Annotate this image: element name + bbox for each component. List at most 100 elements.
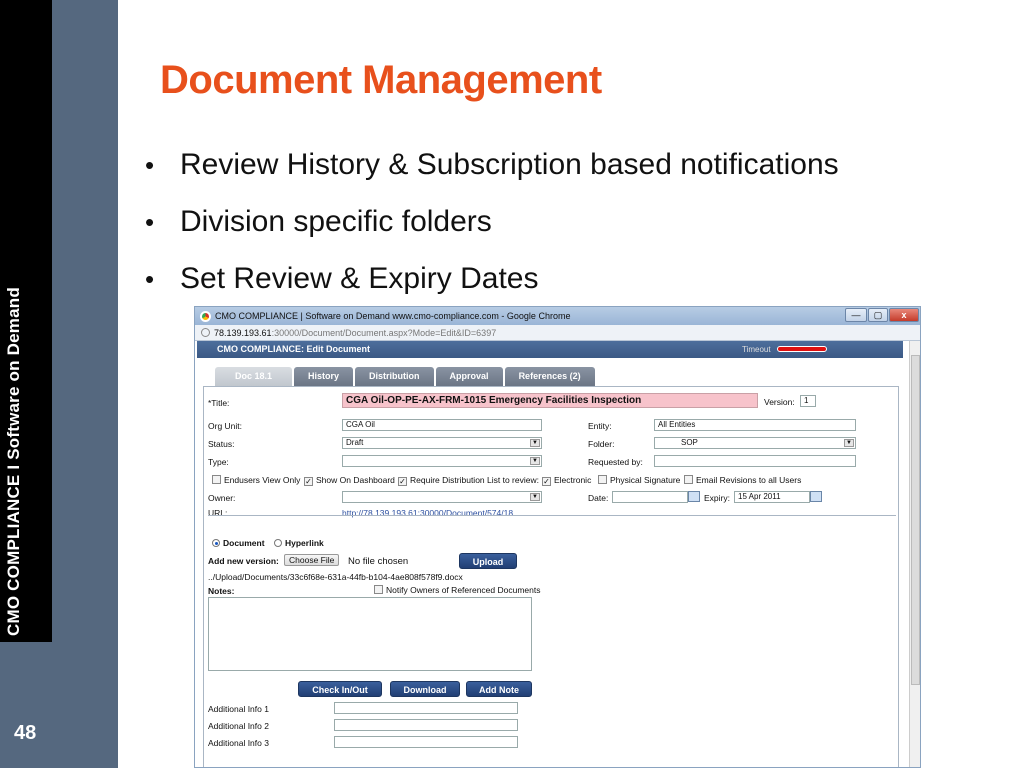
folder-value: SOP [681, 438, 698, 447]
add-version-label: Add new version: [208, 556, 279, 566]
checkbox-icon [212, 475, 221, 484]
email-revisions-checkbox[interactable]: Email Revisions to all Users [684, 475, 801, 485]
expiry-label: Expiry: [704, 493, 730, 503]
slide: CMO COMPLIANCE I Software on Demand 48 D… [0, 0, 1024, 768]
checkmark-icon: ✓ [398, 477, 407, 486]
additional-info-3-label: Additional Info 3 [208, 738, 269, 748]
notes-label: Notes: [208, 586, 235, 596]
bullet-dot-icon: • [145, 150, 155, 180]
add-note-button[interactable]: Add Note [466, 681, 532, 697]
chevron-down-icon: ▼ [530, 439, 540, 447]
choose-file-button[interactable]: Choose File [284, 554, 340, 566]
additional-info-2-input[interactable] [334, 719, 518, 731]
endusers-view-only-checkbox[interactable]: Endusers View Only [212, 475, 300, 485]
show-on-dashboard-checkbox[interactable]: ✓ Show On Dashboard [304, 475, 395, 486]
folder-label: Folder: [588, 439, 615, 449]
bullet-dot-icon: • [145, 207, 155, 237]
browser-titlebar: CMO COMPLIANCE | Software on Demand www.… [195, 307, 920, 325]
vertical-scrollbar[interactable] [909, 341, 920, 767]
address-bar[interactable]: 78.139.193.61:30000/Document/Document.as… [195, 325, 920, 341]
app-header-title: CMO COMPLIANCE: Edit Document [217, 344, 370, 354]
status-select[interactable]: Draft ▼ [342, 437, 542, 449]
additional-info-1-input[interactable] [334, 702, 518, 714]
owner-label: Owner: [208, 493, 236, 503]
date-label: Date: [588, 493, 609, 503]
calendar-icon[interactable] [688, 491, 700, 502]
download-button[interactable]: Download [390, 681, 460, 697]
maximize-button[interactable]: ▢ [868, 308, 888, 322]
browser-window: CMO COMPLIANCE | Software on Demand www.… [194, 306, 921, 768]
checkbox-label: Show On Dashboard [316, 475, 395, 485]
chevron-down-icon: ▼ [530, 493, 540, 501]
checkbox-icon [598, 475, 607, 484]
checkbox-label: Email Revisions to all Users [696, 475, 802, 485]
org-unit-input[interactable]: CGA Oil [342, 419, 542, 431]
checkmark-icon: ✓ [304, 477, 313, 486]
expiry-input[interactable]: 15 Apr 2011 [734, 491, 810, 503]
title-input[interactable]: CGA Oil-OP-PE-AX-FRM-1015 Emergency Faci… [342, 393, 758, 408]
edit-document-form: *Title: CGA Oil-OP-PE-AX-FRM-1015 Emerge… [203, 386, 899, 767]
sidebar-blue-footer [0, 642, 118, 768]
type-select[interactable]: ▼ [342, 455, 542, 467]
check-in-out-button[interactable]: Check In/Out [298, 681, 382, 697]
document-url-link[interactable]: http://78.139.193.61:30000/Document/574/… [342, 508, 513, 518]
window-title: CMO COMPLIANCE | Software on Demand www.… [215, 311, 571, 321]
tab-doc[interactable]: Doc 18.1 [215, 367, 293, 386]
checkbox-icon [374, 585, 383, 594]
additional-info-3-input[interactable] [334, 736, 518, 748]
scrollbar-thumb[interactable] [911, 355, 920, 685]
radio-icon [274, 539, 282, 547]
folder-select[interactable]: SOP ▼ [654, 437, 856, 449]
close-button[interactable]: x [889, 308, 919, 322]
status-label: Status: [208, 439, 235, 449]
tab-references[interactable]: References (2) [504, 367, 595, 386]
bullet-item: • Review History & Subscription based not… [145, 145, 839, 202]
app-header: CMO COMPLIANCE: Edit Document Timeout [197, 341, 903, 358]
radio-label: Document [223, 538, 265, 548]
url-label: URL: [208, 508, 228, 518]
minimize-button[interactable]: — [845, 308, 867, 322]
requested-by-label: Requested by: [588, 457, 643, 467]
file-path-text: ../Upload/Documents/33c6f68e-631a-44fb-b… [208, 572, 463, 582]
title-label: *Title: [208, 398, 230, 408]
chevron-down-icon: ▼ [530, 457, 540, 465]
checkbox-label: Notify Owners of Referenced Documents [386, 585, 541, 595]
status-value: Draft [346, 438, 364, 447]
version-input[interactable]: 1 [800, 395, 816, 407]
bullet-text: Set Review & Expiry Dates [180, 262, 539, 295]
url-host: 78.139.193.61 [214, 327, 272, 338]
tab-history[interactable]: History [294, 367, 354, 386]
tab-distribution[interactable]: Distribution [355, 367, 434, 386]
version-label: Version: [764, 397, 795, 407]
entity-label: Entity: [588, 421, 612, 431]
tab-bar: Doc 18.1 History Distribution Approval R… [215, 367, 597, 386]
hyperlink-radio[interactable]: Hyperlink [274, 538, 324, 548]
checkbox-label: Endusers View Only [224, 475, 301, 485]
checkbox-label: Electronic [554, 475, 592, 485]
timeout-bar [777, 346, 827, 352]
bullet-item: • Division specific folders [145, 202, 839, 259]
physical-signature-checkbox[interactable]: Physical Signature [598, 475, 680, 485]
calendar-icon[interactable] [810, 491, 822, 502]
page-icon [201, 328, 210, 337]
entity-input[interactable]: All Entities [654, 419, 856, 431]
notify-owners-checkbox[interactable]: Notify Owners of Referenced Documents [374, 585, 540, 595]
notes-textarea[interactable] [208, 597, 532, 671]
chevron-down-icon: ▼ [844, 439, 854, 447]
additional-info-1-label: Additional Info 1 [208, 704, 269, 714]
checkmark-icon: ✓ [542, 477, 551, 486]
tab-approval[interactable]: Approval [435, 367, 503, 386]
app-content: CMO COMPLIANCE: Edit Document Timeout Do… [195, 341, 920, 767]
checkbox-label: Require Distribution List to review: [410, 475, 539, 485]
type-label: Type: [208, 457, 229, 467]
electronic-checkbox[interactable]: ✓ Electronic [542, 475, 591, 486]
bullet-dot-icon: • [145, 264, 155, 294]
date-input[interactable] [612, 491, 688, 503]
upload-button[interactable]: Upload [459, 553, 517, 569]
timeout-label: Timeout [742, 345, 771, 354]
checkbox-label: Physical Signature [610, 475, 681, 485]
requested-by-input[interactable] [654, 455, 856, 467]
require-distribution-checkbox[interactable]: ✓ Require Distribution List to review: [398, 475, 539, 486]
owner-select[interactable]: ▼ [342, 491, 542, 503]
document-radio[interactable]: Document [212, 538, 265, 548]
